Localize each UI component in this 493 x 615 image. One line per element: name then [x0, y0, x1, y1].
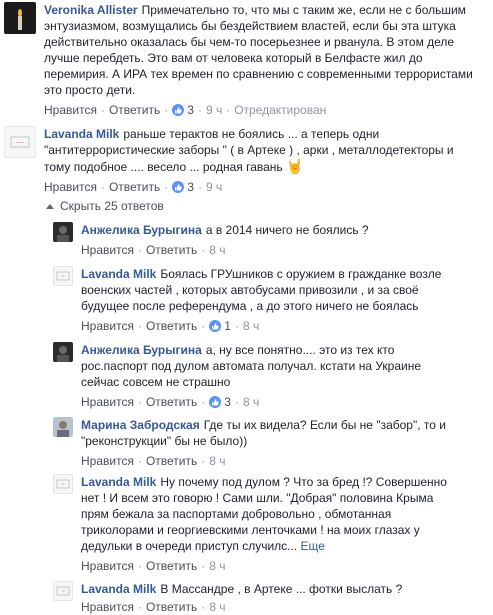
comment-lavanda: ~~ Lavanda Milk раньше терактов не боялис…	[4, 126, 474, 195]
reply-actions: Нравится · Ответить · 8 ч	[81, 242, 226, 258]
thumbs-up-icon	[209, 320, 222, 332]
candle-icon	[18, 9, 22, 30]
reply-angelika-1: Анжелика Бурыгина а в 2014 ничего не боял…	[53, 222, 483, 258]
avatar[interactable]	[53, 417, 73, 437]
timestamp[interactable]: 8 ч	[243, 394, 259, 410]
reply-link[interactable]: Ответить	[146, 453, 197, 469]
hide-replies-link[interactable]: Скрыть 25 ответов	[46, 199, 164, 213]
profile-photo-icon	[57, 226, 69, 242]
svg-text:~: ~	[61, 482, 65, 488]
comment-actions: Нравится · Ответить · 3 · 9 ч	[44, 179, 223, 195]
thumbs-up-icon	[172, 104, 185, 116]
timestamp[interactable]: 8 ч	[209, 599, 225, 615]
author-name[interactable]: Lavanda Milk	[44, 127, 119, 141]
svg-text:~~: ~~	[16, 140, 24, 147]
timestamp[interactable]: 8 ч	[243, 318, 259, 334]
reply-actions: Нравится · Ответить · 1 · 8 ч	[81, 318, 260, 334]
like-count[interactable]: 1	[209, 318, 231, 334]
thumbs-up-icon	[209, 396, 222, 408]
reply-link[interactable]: Ответить	[146, 558, 197, 574]
reply-link[interactable]: Ответить	[146, 242, 197, 258]
avatar[interactable]: ~	[53, 581, 73, 601]
like-link[interactable]: Нравится	[81, 453, 134, 469]
author-name[interactable]: Анжелика Бурыгина	[81, 343, 202, 357]
reply-actions: Нравится · Ответить · 8 ч	[81, 599, 226, 615]
rock-on-emoji: 🤘	[286, 158, 304, 174]
profile-placeholder-icon: ~	[56, 479, 70, 489]
thumbs-up-icon	[172, 181, 185, 193]
reply-actions: Нравится · Ответить · 3 · 8 ч	[81, 394, 260, 410]
timestamp[interactable]: 8 ч	[209, 558, 225, 574]
author-name[interactable]: Lavanda Milk	[81, 475, 156, 489]
avatar[interactable]: ~	[53, 266, 73, 286]
reply-actions: Нравится · Ответить · 8 ч	[81, 453, 226, 469]
comment-text: Lavanda Milk раньше терактов не боялись .…	[44, 127, 454, 174]
author-name[interactable]: Lavanda Milk	[81, 582, 156, 596]
timestamp[interactable]: 8 ч	[209, 242, 225, 258]
comment-veronika: Veronika Allister Примечательно то, что м…	[4, 2, 474, 118]
comment-text: Veronika Allister Примечательно то, что м…	[44, 3, 473, 97]
reply-link[interactable]: Ответить	[109, 179, 160, 195]
like-count[interactable]: 3	[209, 394, 231, 410]
like-link[interactable]: Нравится	[81, 558, 134, 574]
author-name[interactable]: Lavanda Milk	[81, 267, 156, 281]
comment-actions: Нравится · Ответить · 3 · 9 ч · Отредактиров…	[44, 102, 327, 118]
avatar[interactable]: ~	[53, 474, 73, 494]
like-link[interactable]: Нравится	[81, 318, 134, 334]
author-name[interactable]: Марина Забродская	[81, 418, 200, 432]
profile-photo-icon	[57, 346, 69, 362]
author-name[interactable]: Veronika Allister	[44, 3, 138, 17]
reply-lavanda-3: ~ Lavanda Milk В Массандре , в Артеке ...…	[53, 581, 483, 615]
avatar[interactable]	[53, 342, 73, 362]
collapse-arrow-icon	[46, 203, 54, 209]
like-count[interactable]: 3	[172, 179, 194, 195]
see-more-link[interactable]: Еще	[301, 539, 325, 553]
reply-marina: Марина Забродская Где ты их видела? Если …	[53, 417, 483, 469]
like-link[interactable]: Нравится	[44, 179, 97, 195]
reply-link[interactable]: Ответить	[146, 599, 197, 615]
avatar[interactable]: ~~	[4, 126, 36, 158]
timestamp[interactable]: 9 ч	[206, 179, 222, 195]
reply-lavanda-2: ~ Lavanda Milk Ну почему под дулом ? Что …	[53, 474, 483, 574]
svg-text:~: ~	[61, 274, 65, 280]
profile-placeholder-icon: ~~	[10, 136, 30, 148]
like-link[interactable]: Нравится	[44, 102, 97, 118]
profile-placeholder-icon: ~	[56, 586, 70, 596]
timestamp[interactable]: 8 ч	[209, 453, 225, 469]
edited-label[interactable]: Отредактирован	[234, 102, 326, 118]
like-link[interactable]: Нравится	[81, 394, 134, 410]
profile-photo-icon	[57, 421, 69, 437]
reply-link[interactable]: Ответить	[146, 318, 197, 334]
reply-link[interactable]: Ответить	[146, 394, 197, 410]
author-name[interactable]: Анжелика Бурыгина	[81, 223, 202, 237]
svg-text:~: ~	[61, 589, 65, 595]
avatar[interactable]	[4, 2, 36, 34]
reply-angelika-2: Анжелика Бурыгина а, ну все понятно.... э…	[53, 342, 483, 410]
like-link[interactable]: Нравится	[81, 242, 134, 258]
reply-lavanda-1: ~ Lavanda Milk Боялась ГРУшников с оружие…	[53, 266, 483, 334]
timestamp[interactable]: 9 ч	[206, 102, 222, 118]
like-link[interactable]: Нравится	[81, 599, 134, 615]
profile-placeholder-icon: ~	[56, 271, 70, 281]
like-count[interactable]: 3	[172, 102, 194, 118]
reply-actions: Нравится · Ответить · 8 ч	[81, 558, 226, 574]
avatar[interactable]	[53, 222, 73, 242]
reply-link[interactable]: Ответить	[109, 102, 160, 118]
